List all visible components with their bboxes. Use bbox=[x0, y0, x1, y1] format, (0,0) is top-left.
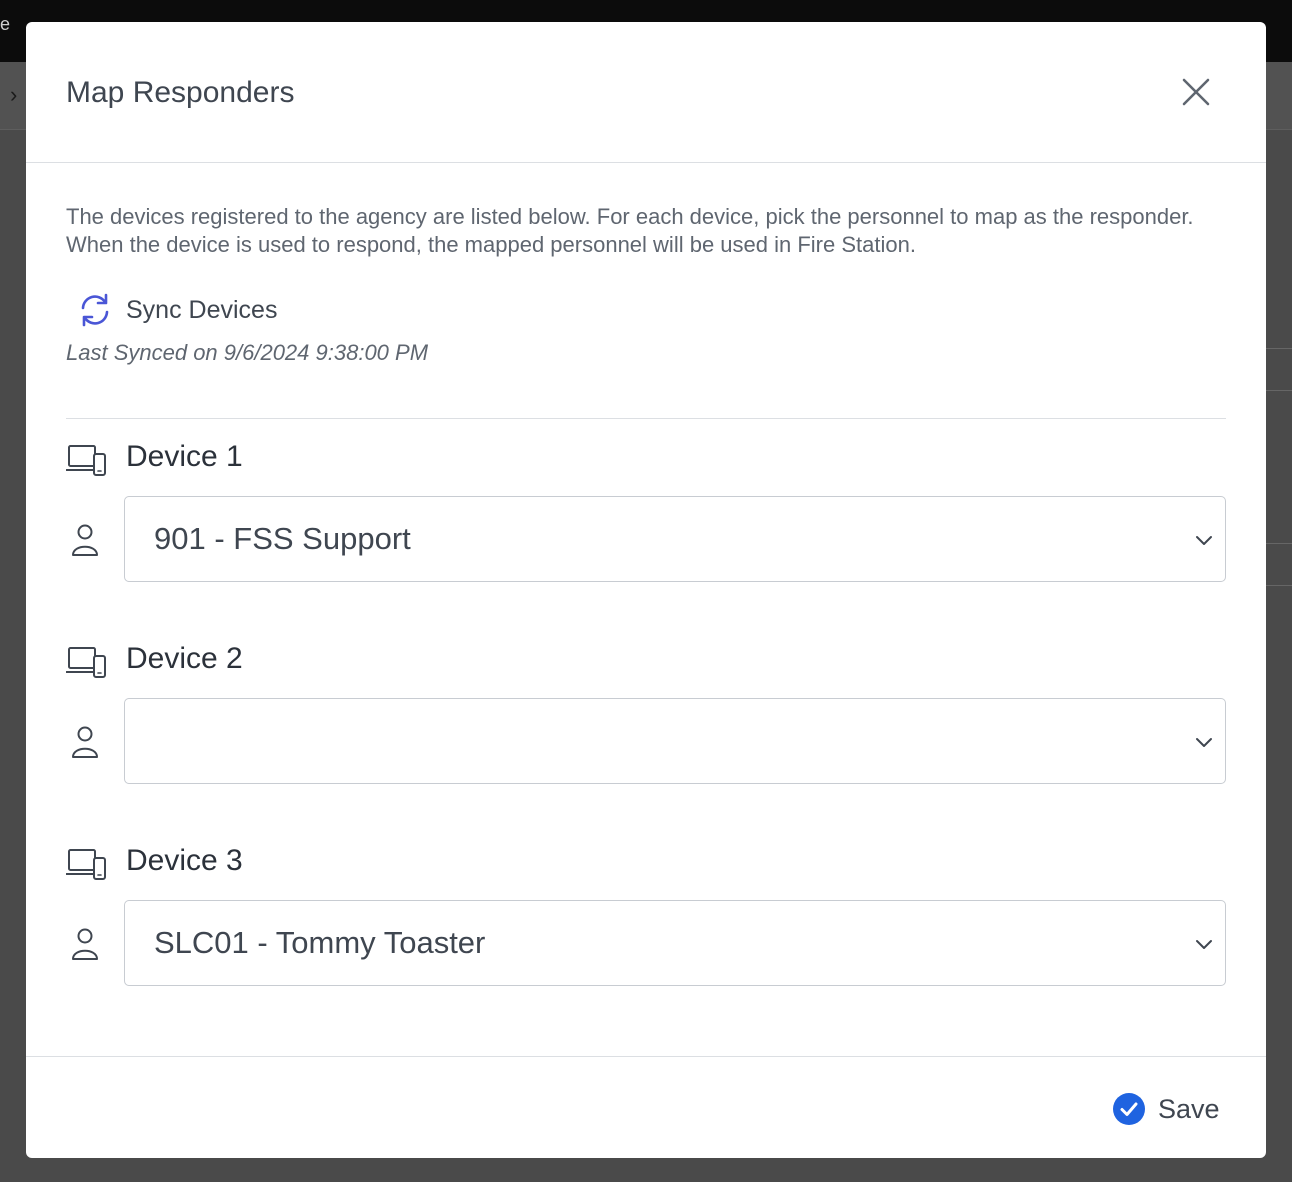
chevron-down-icon bbox=[1196, 738, 1212, 747]
chevron-down-icon bbox=[1196, 536, 1212, 545]
close-button[interactable] bbox=[1178, 74, 1214, 110]
personnel-select-value: SLC01 - Tommy Toaster bbox=[154, 925, 486, 960]
save-label: Save bbox=[1158, 1093, 1220, 1124]
modal-footer: Save bbox=[26, 1056, 1266, 1158]
device-label: Device 2 bbox=[126, 642, 243, 675]
device-label: Device 3 bbox=[126, 844, 243, 877]
close-icon bbox=[1182, 78, 1210, 106]
device-label: Device 1 bbox=[126, 440, 243, 473]
backdrop-text-fragment: e bbox=[0, 14, 11, 34]
sync-devices-label: Sync Devices bbox=[126, 295, 278, 324]
personnel-select[interactable] bbox=[124, 698, 1226, 784]
last-synced-text: Last Synced on 9/6/2024 9:38:00 PM bbox=[66, 340, 429, 365]
device-row-2: Device 2 bbox=[66, 642, 1226, 784]
personnel-select[interactable]: 901 - FSS Support bbox=[124, 496, 1226, 582]
modal-title: Map Responders bbox=[66, 76, 295, 109]
modal-header: Map Responders bbox=[26, 22, 1266, 163]
person-icon bbox=[72, 928, 98, 960]
devices-icon bbox=[66, 647, 106, 678]
devices-icon bbox=[66, 849, 106, 880]
person-icon bbox=[72, 726, 98, 758]
device-row-1: Device 1 901 - FSS Support bbox=[66, 440, 1226, 582]
save-button[interactable]: Save bbox=[1112, 1091, 1220, 1127]
devices-icon bbox=[66, 445, 106, 476]
sync-devices-button[interactable]: Sync Devices bbox=[76, 292, 277, 328]
section-divider bbox=[66, 418, 1226, 419]
sync-icon bbox=[81, 293, 109, 327]
check-circle-icon bbox=[1113, 1093, 1145, 1125]
modal-description: The devices registered to the agency are… bbox=[66, 204, 1194, 257]
personnel-select[interactable]: SLC01 - Tommy Toaster bbox=[124, 900, 1226, 986]
chevron-down-icon bbox=[1196, 940, 1212, 949]
backdrop-chevron-icon: › bbox=[10, 82, 18, 107]
map-responders-modal: Map Responders The devices registered to… bbox=[26, 22, 1266, 1158]
personnel-select-value: 901 - FSS Support bbox=[154, 521, 411, 556]
person-icon bbox=[72, 524, 98, 556]
device-row-3: Device 3 SLC01 - Tommy Toaster bbox=[66, 844, 1226, 986]
